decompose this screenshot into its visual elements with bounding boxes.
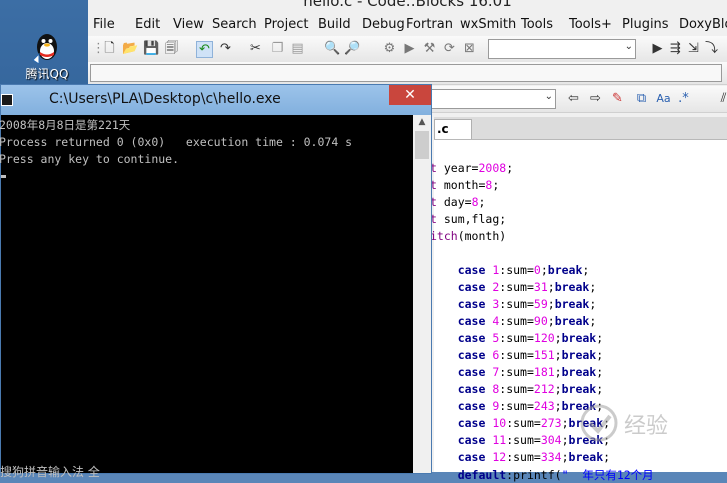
scroll-up-icon[interactable]: ▲	[413, 115, 431, 129]
menu-debug[interactable]: Debug	[362, 17, 405, 32]
menu-tools[interactable]: Tools+	[569, 17, 612, 32]
code-completion-bar[interactable]	[90, 64, 722, 82]
console-app-icon	[1, 94, 13, 106]
code-line: t sum,flag;	[430, 212, 507, 226]
menu-wxsmith[interactable]: wxSmith	[460, 17, 516, 32]
editor-tab-hello-c[interactable]: .c	[434, 119, 472, 139]
search-text-select[interactable]: ⌄	[430, 89, 556, 109]
console-line: Press any key to continue.	[0, 152, 180, 166]
debug-next-line-icon[interactable]: ⇲	[686, 41, 701, 56]
secondary-toolbar	[88, 62, 727, 85]
editor-tab-bar: .c	[434, 117, 727, 140]
code-line: case 8:sum=212;break;	[457, 382, 604, 396]
abort-icon[interactable]: ⊠	[462, 41, 477, 56]
highlight-icon[interactable]: ✎	[610, 91, 625, 106]
search-back-icon[interactable]: ⇦	[566, 91, 581, 106]
console-titlebar[interactable]: C:\Users\PLA\Desktop\c\hello.exe ✕	[1, 85, 431, 115]
undo-icon[interactable]: ↶	[196, 41, 213, 58]
watermark: 经验	[574, 398, 714, 458]
code-line: case 4:sum=90;break;	[457, 314, 597, 328]
find-icon[interactable]: 🔍	[324, 41, 340, 56]
menu-tools[interactable]: Tools	[521, 17, 553, 32]
menu-fortran[interactable]: Fortran	[406, 17, 453, 32]
match-case-icon[interactable]: Aa	[656, 91, 671, 106]
code-line: case 7:sum=181;break;	[457, 365, 604, 379]
build-target-select[interactable]: ⌄	[488, 39, 636, 59]
doxy-comment-icon[interactable]: ⫽	[716, 91, 727, 106]
open-file-icon[interactable]: 📂	[122, 41, 138, 56]
watermark-logo-icon	[580, 404, 618, 442]
copy-icon[interactable]: ❐	[270, 41, 285, 56]
code-line: default:printf(" 年只有12个月	[457, 468, 654, 482]
console-cursor	[1, 175, 6, 178]
save-icon[interactable]: 💾	[143, 41, 159, 56]
code-line: case 1:sum=0;break;	[457, 263, 590, 277]
debug-run-icon[interactable]: ▶	[650, 41, 665, 56]
debug-step-into-icon[interactable]: ⤵	[704, 41, 719, 56]
selected-text-icon[interactable]: ⧉	[634, 91, 649, 106]
menu-view[interactable]: View	[173, 17, 204, 32]
console-window: C:\Users\PLA\Desktop\c\hello.exe ✕ 2008年…	[0, 84, 432, 474]
menu-file[interactable]: File	[93, 17, 115, 32]
save-all-icon[interactable]: 🗐	[164, 41, 179, 56]
rebuild-icon[interactable]: ⟳	[442, 41, 457, 56]
code-line: case 3:sum=59;break;	[457, 297, 597, 311]
console-line: Process returned 0 (0x0) execution time …	[0, 135, 353, 149]
console-title: C:\Users\PLA\Desktop\c\hello.exe	[49, 91, 281, 107]
close-button[interactable]: ✕	[389, 85, 431, 105]
run-icon[interactable]: ▶	[402, 41, 417, 56]
code-line: t month=8;	[430, 178, 500, 192]
main-toolbar: ⋮ 🗋 📂 💾 🗐 ↶ ↷ ✂ ❐ ▤ 🔍 🔎 ⚙ ▶ ⚒ ⟳ ⊠ ⌄ ▶ ⇶ …	[88, 36, 727, 63]
menu-build[interactable]: Build	[318, 17, 351, 32]
redo-icon[interactable]: ↷	[218, 41, 233, 56]
menu-bar: File Edit View Search Project Build Debug Fortr…	[88, 14, 727, 36]
debug-run-to-cursor-icon[interactable]: ⇶	[668, 41, 683, 56]
qq-penguin-icon[interactable]	[30, 30, 64, 64]
code-line: case 6:sum=151;break;	[457, 348, 604, 362]
menu-project[interactable]: Project	[264, 17, 308, 32]
paste-icon[interactable]: ▤	[290, 41, 305, 56]
console-line: 2008年8月8日是第221天	[0, 118, 131, 132]
qq-desktop-label[interactable]: 腾讯QQ	[18, 65, 76, 82]
code-line: case 5:sum=120;break;	[457, 331, 604, 345]
code-line: case 2:sum=31;break;	[457, 280, 597, 294]
menu-plugins[interactable]: Plugins	[622, 17, 669, 32]
scrollbar-thumb[interactable]	[415, 131, 429, 159]
code-line: t day=8;	[430, 195, 486, 209]
code-line: itch(month)	[430, 229, 507, 243]
replace-icon[interactable]: 🔎	[344, 41, 360, 56]
regex-icon[interactable]: .*	[676, 91, 691, 106]
console-output: 2008年8月8日是第221天 Process returned 0 (0x0)…	[0, 115, 413, 473]
code-line: t year=2008;	[430, 161, 514, 175]
menu-edit[interactable]: Edit	[135, 17, 160, 32]
console-scrollbar[interactable]: ▲	[413, 115, 431, 473]
window-title: hello.c - Code::Blocks 16.01	[303, 0, 512, 10]
menu-doxyblo[interactable]: DoxyBlo	[679, 17, 727, 32]
new-file-icon[interactable]: 🗋	[102, 41, 117, 56]
menu-search[interactable]: Search	[212, 17, 257, 32]
watermark-text: 经验	[624, 414, 669, 439]
cut-icon[interactable]: ✂	[248, 41, 263, 56]
build-settings-icon[interactable]: ⚙	[382, 41, 397, 56]
build-run-icon[interactable]: ⚒	[422, 41, 437, 56]
search-forward-icon[interactable]: ⇨	[588, 91, 603, 106]
